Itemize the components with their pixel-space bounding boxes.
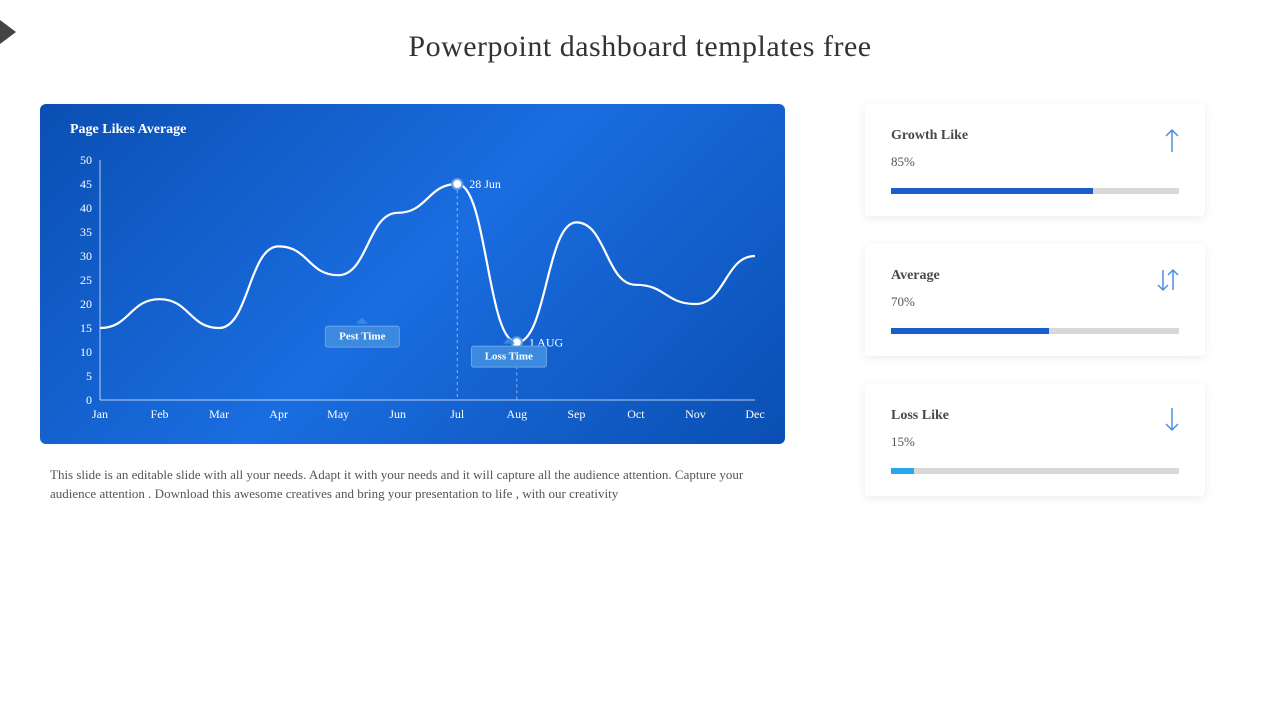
- stats-column: Growth Like 85% Average 70% Loss Like 15%: [865, 104, 1205, 504]
- x-tick-label: Apr: [269, 407, 288, 421]
- y-tick-label: 30: [80, 249, 92, 263]
- x-tick-label: Dec: [745, 407, 764, 421]
- chart-callout: Pest Time: [325, 326, 399, 348]
- slide-corner-notch: [0, 20, 16, 44]
- y-tick-label: 50: [80, 153, 92, 167]
- y-tick-label: 45: [80, 177, 92, 191]
- y-tick-label: 40: [80, 201, 92, 215]
- stat-progress-track: [891, 188, 1179, 194]
- stat-value: 85%: [891, 154, 1179, 170]
- x-tick-label: Oct: [627, 407, 645, 421]
- y-tick-label: 20: [80, 297, 92, 311]
- x-tick-label: Mar: [209, 407, 229, 421]
- stat-value: 15%: [891, 434, 1179, 450]
- y-tick-label: 5: [86, 369, 92, 383]
- chart-point-label: 28 Jun: [469, 177, 501, 191]
- stat-progress-track: [891, 468, 1179, 474]
- x-tick-label: Sep: [567, 407, 585, 421]
- x-tick-label: Jul: [450, 407, 465, 421]
- stat-value: 70%: [891, 294, 1179, 310]
- y-tick-label: 15: [80, 321, 92, 335]
- stat-title: Average: [891, 268, 1179, 284]
- stat-card: Growth Like 85%: [865, 104, 1205, 216]
- line-chart-card: Page Likes Average 0 5 10 15 20 25 30 35 40 45 50 J…: [40, 104, 785, 444]
- x-tick-label: Nov: [685, 407, 706, 421]
- chart-plot-area: 0 5 10 15 20 25 30 35 40 45 50 Jan Feb Mar Apr May Jun Ju…: [60, 150, 765, 430]
- chart-svg: 0 5 10 15 20 25 30 35 40 45 50 Jan Feb Mar Apr May Jun Ju…: [60, 150, 765, 430]
- arrow-up-icon: [1161, 126, 1183, 159]
- y-tick-label: 25: [80, 273, 92, 287]
- x-tick-label: Aug: [506, 407, 527, 421]
- arrow-down-icon: [1161, 406, 1183, 439]
- slide-description: This slide is an editable slide with all…: [40, 466, 785, 504]
- y-tick-label: 35: [80, 225, 92, 239]
- page-title: Powerpoint dashboard templates free: [0, 0, 1280, 104]
- stat-title: Loss Like: [891, 408, 1179, 424]
- y-tick-label: 10: [80, 345, 92, 359]
- chart-callout: Loss Time: [471, 346, 547, 368]
- x-tick-label: May: [327, 407, 349, 421]
- stat-title: Growth Like: [891, 128, 1179, 144]
- x-tick-label: Jun: [389, 407, 406, 421]
- stat-card: Loss Like 15%: [865, 384, 1205, 496]
- x-tick-label: Jan: [92, 407, 108, 421]
- x-tick-label: Feb: [151, 407, 169, 421]
- content-row: Page Likes Average 0 5 10 15 20 25 30 35 40 45 50 J…: [0, 104, 1280, 504]
- y-tick-label: 0: [86, 393, 92, 407]
- chart-title: Page Likes Average: [70, 122, 765, 138]
- stat-progress-fill: [891, 468, 914, 474]
- stat-card: Average 70%: [865, 244, 1205, 356]
- stat-progress-fill: [891, 188, 1093, 194]
- stat-progress-track: [891, 328, 1179, 334]
- stat-progress-fill: [891, 328, 1049, 334]
- arrow-up-down-icon: [1153, 266, 1183, 299]
- left-column: Page Likes Average 0 5 10 15 20 25 30 35 40 45 50 J…: [40, 104, 785, 504]
